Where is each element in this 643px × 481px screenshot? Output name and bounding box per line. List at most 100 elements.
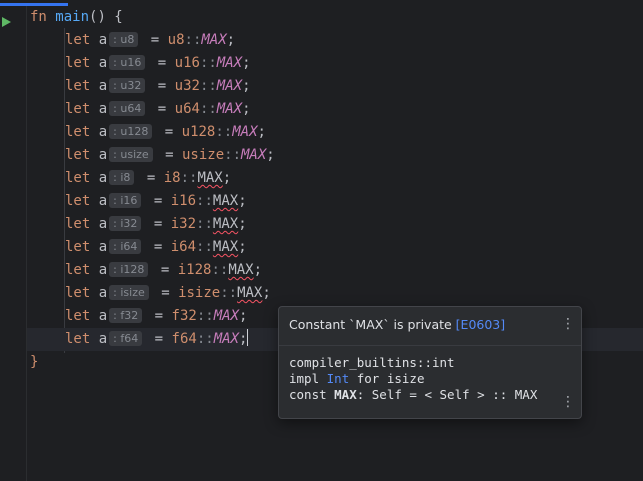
path-separator: ::: [196, 239, 213, 255]
semicolon: ;: [266, 147, 275, 163]
variable-name: a: [98, 170, 108, 186]
code-line: let a: u128 = u128::MAX;: [27, 121, 643, 144]
semicolon: ;: [226, 32, 236, 48]
variable-name: a: [98, 331, 108, 347]
path-separator: ::: [199, 78, 217, 94]
popup-documentation: compiler_builtins::int impl Int for isize…: [289, 355, 537, 403]
type-name: u128: [181, 124, 216, 140]
keyword-let: let: [65, 262, 91, 278]
assign-op: =: [152, 285, 179, 301]
variable-name: a: [98, 308, 108, 324]
code-line: let a: u16 = u16::MAX;: [27, 52, 643, 75]
function-name: main: [55, 9, 90, 25]
code-line: let a: u8 = u8::MAX;: [27, 29, 643, 52]
variable-name: a: [98, 32, 108, 48]
more-vertical-icon[interactable]: ⋮: [561, 316, 575, 332]
semicolon: ;: [242, 78, 251, 94]
path-separator: ::: [224, 147, 241, 163]
open-paren-brace: () {: [89, 9, 123, 25]
error-message: Constant `MAX` is private: [289, 317, 456, 332]
type-inlay-hint: : u16: [109, 55, 146, 70]
error-popup: Constant `MAX` is private [E0603] ⋮ comp…: [278, 306, 582, 419]
type-name: f64: [171, 331, 197, 347]
assign-op: =: [138, 170, 164, 186]
type-inlay-hint: : u128: [109, 124, 153, 139]
type-inlay-hint: : i128: [109, 262, 149, 277]
semicolon: ;: [257, 124, 266, 140]
semicolon: ;: [239, 308, 248, 324]
code-line: let a: i64 = i64::MAX;: [27, 236, 643, 259]
type-inlay-hint: : isize: [109, 285, 149, 300]
keyword-let: let: [65, 78, 91, 94]
type-inlay-hint: : i16: [109, 193, 142, 208]
assign-op: =: [146, 331, 172, 347]
text-caret: [247, 329, 249, 346]
keyword-let: let: [65, 147, 91, 163]
path-separator: ::: [196, 308, 214, 324]
variable-name: a: [98, 216, 108, 232]
popup-title: Constant `MAX` is private [E0603]: [289, 317, 505, 332]
more-vertical-icon[interactable]: ⋮: [561, 394, 575, 410]
variable-name: a: [98, 285, 108, 301]
assign-op: =: [156, 147, 182, 163]
code-line-fn-main: fn main() {: [27, 6, 643, 29]
variable-name: a: [98, 78, 108, 94]
const-name: MAX: [213, 308, 239, 324]
const-name: MAX: [241, 147, 267, 163]
code-line: let a: u32 = u32::MAX;: [27, 75, 643, 98]
doc-module-path: compiler_builtins::int: [289, 355, 455, 370]
popup-header: Constant `MAX` is private [E0603] ⋮: [279, 307, 581, 346]
private-const-error: MAX: [197, 170, 223, 186]
semicolon: ;: [253, 262, 263, 278]
close-brace: }: [30, 354, 39, 370]
keyword-let: let: [65, 193, 91, 209]
semicolon: ;: [238, 193, 247, 209]
assign-op: =: [145, 239, 171, 255]
path-separator: ::: [220, 285, 238, 301]
variable-name: a: [98, 262, 108, 278]
keyword-let: let: [65, 124, 91, 140]
assign-op: =: [142, 32, 168, 48]
private-const-error: MAX: [212, 239, 239, 255]
keyword-let: let: [65, 239, 91, 255]
const-name: MAX: [232, 124, 258, 140]
const-name: MAX: [216, 78, 243, 94]
assign-op: =: [156, 124, 182, 140]
semicolon: ;: [242, 101, 251, 117]
type-name: u16: [174, 55, 200, 71]
variable-name: a: [98, 147, 108, 163]
type-name: i8: [163, 170, 181, 186]
type-inlay-hint: : u8: [109, 32, 139, 47]
private-const-error: MAX: [212, 216, 239, 232]
type-name: i16: [170, 193, 197, 209]
error-code-link[interactable]: [E0603]: [456, 317, 505, 332]
doc-const-line: const MAX: Self = < Self > :: MAX: [289, 387, 538, 402]
keyword-let: let: [65, 170, 91, 186]
variable-name: a: [98, 101, 108, 117]
path-separator: ::: [184, 32, 202, 48]
variable-name: a: [98, 239, 108, 255]
path-separator: ::: [196, 331, 214, 347]
semicolon: ;: [239, 331, 248, 347]
private-const-error: MAX: [237, 285, 263, 301]
assign-op: =: [145, 193, 171, 209]
keyword-fn: fn: [30, 9, 47, 25]
type-inlay-hint: : i64: [109, 239, 142, 254]
type-name: u64: [174, 101, 200, 117]
run-main-icon[interactable]: [2, 17, 11, 27]
type-inlay-hint: : f32: [109, 308, 143, 323]
doc-const-name: MAX: [334, 387, 357, 402]
private-const-error: MAX: [212, 193, 239, 209]
private-const-error: MAX: [228, 262, 254, 278]
path-separator: ::: [196, 193, 213, 209]
code-line: let a: i8 = i8::MAX;: [27, 167, 643, 190]
keyword-let: let: [65, 55, 91, 71]
path-separator: ::: [199, 101, 217, 117]
type-name: i32: [170, 216, 197, 232]
path-separator: ::: [199, 55, 217, 71]
variable-name: a: [98, 193, 108, 209]
const-name: MAX: [201, 32, 227, 48]
path-separator: ::: [180, 170, 198, 186]
type-inlay-hint: : f64: [109, 331, 143, 346]
path-separator: ::: [211, 262, 229, 278]
